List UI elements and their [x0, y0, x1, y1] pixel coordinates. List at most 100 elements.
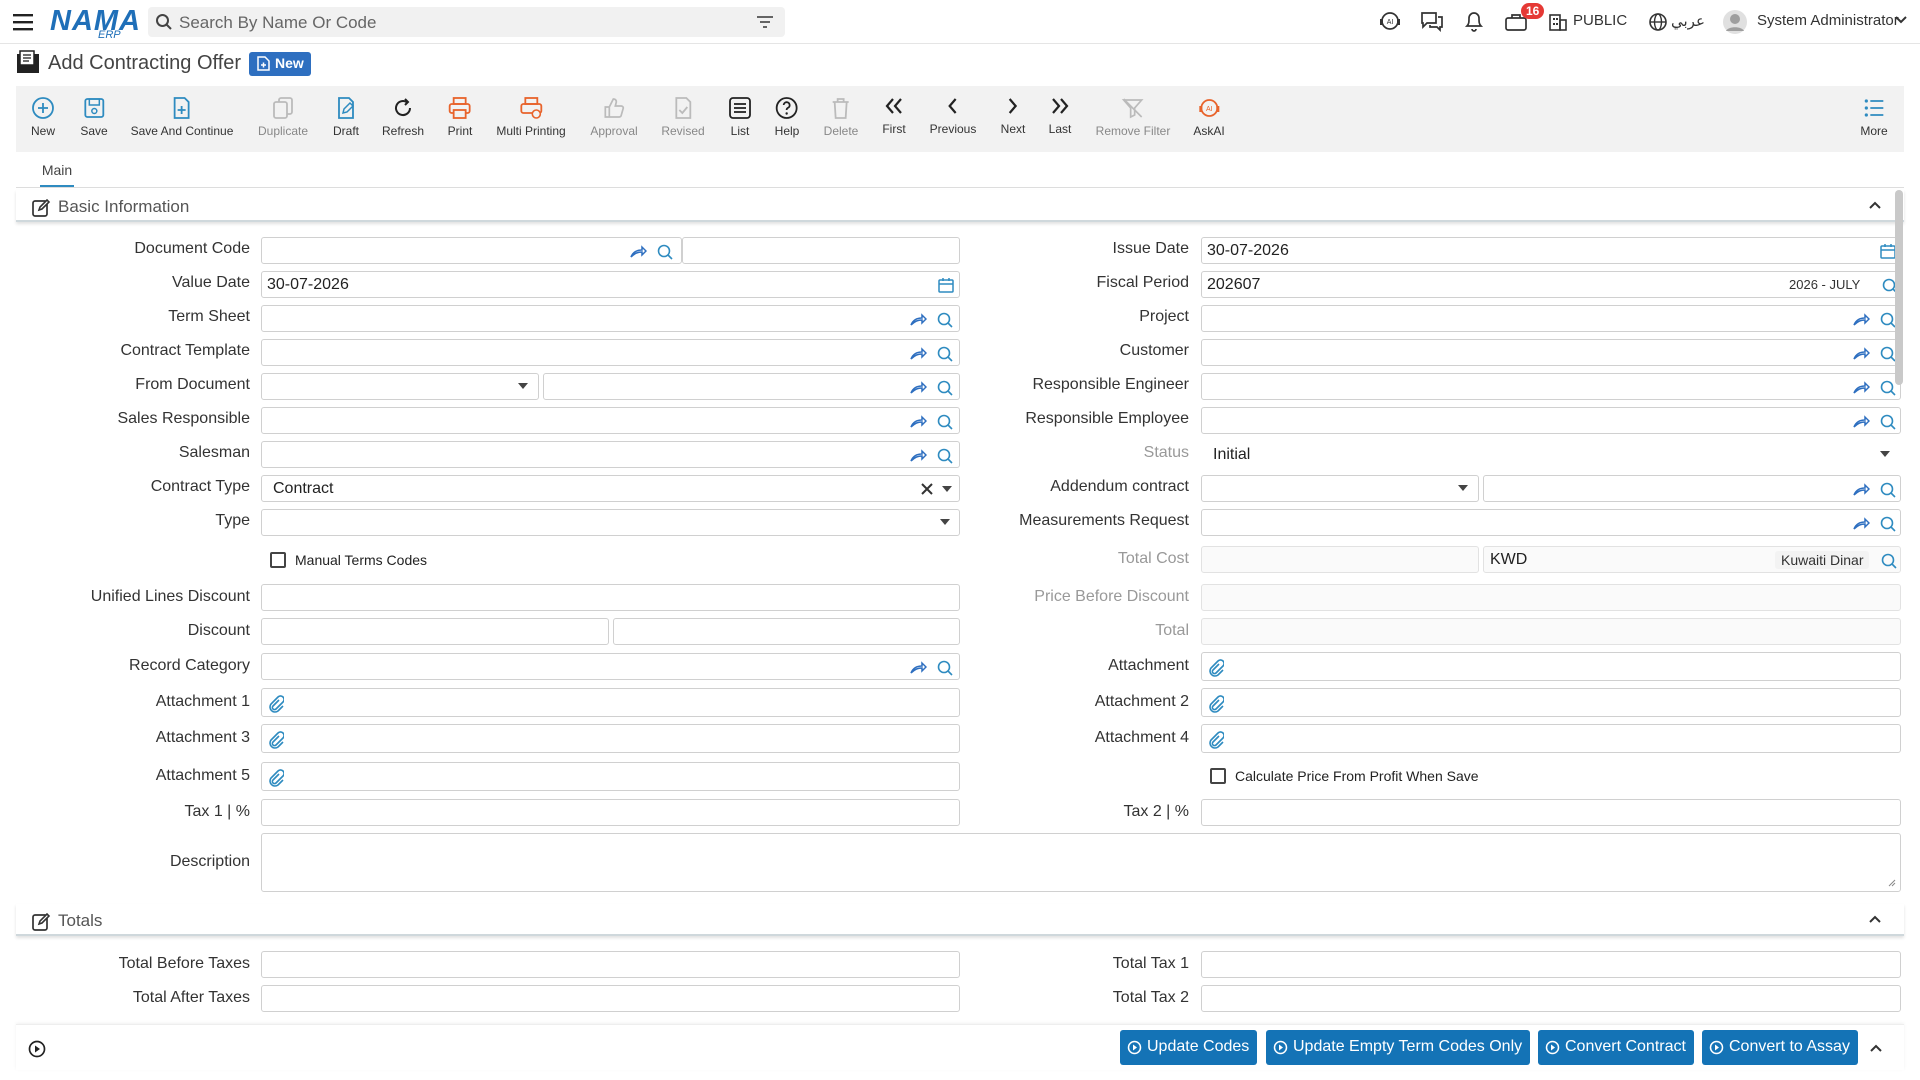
document-code-input[interactable] — [261, 237, 682, 264]
fiscal-period-input[interactable]: 202607 2026 - JULY — [1201, 271, 1901, 298]
remove-filter-button[interactable]: Remove Filter — [1096, 96, 1170, 138]
contract-type-select[interactable]: Contract — [261, 475, 960, 502]
calendar-icon[interactable] — [938, 277, 954, 293]
share-icon[interactable] — [909, 379, 927, 395]
currency-input[interactable]: KWD Kuwaiti Dinar — [1483, 546, 1901, 573]
convert-contract-button[interactable]: Convert Contract — [1538, 1030, 1694, 1065]
chevron-down-icon[interactable] — [1894, 15, 1908, 25]
unified-lines-discount-input[interactable] — [261, 584, 960, 611]
save-and-continue-button[interactable]: Save And Continue — [131, 96, 233, 138]
from-document-type-select[interactable] — [261, 373, 539, 400]
discount-value-input[interactable] — [261, 618, 609, 645]
lookup-search-icon[interactable] — [936, 447, 954, 465]
manual-terms-codes-checkbox[interactable] — [270, 552, 286, 568]
attachment-3-input[interactable] — [261, 724, 960, 753]
attachment-2-input[interactable] — [1201, 688, 1901, 717]
revised-button[interactable]: Revised — [661, 96, 705, 138]
duplicate-button[interactable]: Duplicate — [258, 96, 308, 138]
basic-information-header[interactable]: Basic Information — [16, 190, 1904, 222]
type-select[interactable] — [261, 509, 960, 536]
tax2-input[interactable] — [1201, 799, 1901, 826]
chevron-up-icon[interactable] — [1868, 200, 1882, 210]
first-button[interactable]: First — [882, 94, 906, 136]
description-textarea[interactable] — [261, 833, 1901, 892]
addendum-contract-type-select[interactable] — [1201, 475, 1479, 502]
document-code-name-input[interactable] — [682, 237, 960, 264]
customer-input[interactable] — [1201, 339, 1901, 366]
share-icon[interactable] — [1852, 481, 1870, 497]
last-button[interactable]: Last — [1048, 94, 1072, 136]
save-button[interactable]: Save — [80, 96, 108, 138]
dropdown-arrow-icon[interactable] — [942, 486, 952, 492]
new-button[interactable]: New — [31, 96, 55, 138]
share-icon[interactable] — [1852, 311, 1870, 327]
previous-button[interactable]: Previous — [930, 94, 976, 136]
resize-handle-icon[interactable] — [1888, 879, 1896, 887]
lookup-search-icon[interactable] — [656, 243, 674, 261]
lookup-search-icon[interactable] — [936, 311, 954, 329]
salesman-input[interactable] — [261, 441, 960, 468]
user-name[interactable]: System Administrator — [1757, 12, 1899, 29]
record-category-input[interactable] — [261, 653, 960, 680]
lookup-search-icon[interactable] — [1879, 413, 1897, 431]
bell-icon[interactable] — [1463, 10, 1485, 32]
lookup-search-icon[interactable] — [1880, 552, 1898, 570]
list-button[interactable]: List — [728, 96, 752, 138]
measurements-request-input[interactable] — [1201, 509, 1901, 536]
value-date-input[interactable]: 30-07-2026 — [261, 271, 960, 298]
convert-to-assay-button[interactable]: Convert to Assay — [1702, 1030, 1858, 1065]
responsible-employee-input[interactable] — [1201, 407, 1901, 434]
chevron-up-icon[interactable] — [1869, 1043, 1883, 1053]
globe-icon[interactable] — [1648, 12, 1668, 32]
clear-icon[interactable] — [921, 483, 933, 495]
share-icon[interactable] — [909, 345, 927, 361]
print-button[interactable]: Print — [448, 96, 472, 138]
ai-support-icon[interactable]: AI — [1378, 10, 1402, 32]
update-codes-button[interactable]: Update Codes — [1120, 1030, 1258, 1065]
share-icon[interactable] — [1852, 515, 1870, 531]
lookup-search-icon[interactable] — [936, 413, 954, 431]
attachment-4-input[interactable] — [1201, 724, 1901, 753]
term-sheet-input[interactable] — [261, 305, 960, 332]
branch-label[interactable]: PUBLIC — [1573, 12, 1627, 29]
share-icon[interactable] — [1852, 345, 1870, 361]
issue-date-input[interactable]: 30-07-2026 — [1201, 237, 1901, 264]
project-input[interactable] — [1201, 305, 1901, 332]
share-icon[interactable] — [909, 413, 927, 429]
totals-header[interactable]: Totals — [16, 904, 1904, 936]
from-document-input[interactable] — [543, 373, 960, 400]
status-select[interactable]: Initial — [1201, 441, 1901, 468]
sales-responsible-input[interactable] — [261, 407, 960, 434]
scrollbar[interactable] — [1895, 190, 1903, 385]
tab-main[interactable]: Main — [40, 162, 74, 187]
more-button[interactable]: More — [1860, 96, 1888, 138]
share-icon[interactable] — [909, 659, 927, 675]
avatar[interactable] — [1722, 9, 1748, 35]
askai-button[interactable]: AI AskAI — [1193, 96, 1225, 138]
contract-template-input[interactable] — [261, 339, 960, 366]
multi-printing-button[interactable]: Multi Printing — [496, 96, 566, 138]
paperclip-icon[interactable] — [268, 695, 284, 713]
approval-button[interactable]: Approval — [590, 96, 638, 138]
update-empty-term-codes-button[interactable]: Update Empty Term Codes Only — [1266, 1030, 1531, 1065]
chat-icon[interactable] — [1420, 10, 1444, 32]
attachment-1-input[interactable] — [261, 688, 960, 717]
discount-percent-input[interactable] — [613, 618, 960, 645]
paperclip-icon[interactable] — [268, 769, 284, 787]
dropdown-arrow-icon[interactable] — [1880, 451, 1890, 457]
paperclip-icon[interactable] — [1208, 731, 1224, 749]
paperclip-icon[interactable] — [1208, 659, 1224, 677]
calendar-icon[interactable] — [1880, 243, 1896, 259]
help-button[interactable]: Help — [775, 96, 799, 138]
share-icon[interactable] — [909, 311, 927, 327]
next-button[interactable]: Next — [1001, 94, 1025, 136]
share-icon[interactable] — [1852, 413, 1870, 429]
search-input[interactable]: Search By Name Or Code — [179, 13, 376, 33]
lookup-search-icon[interactable] — [936, 659, 954, 677]
share-icon[interactable] — [909, 447, 927, 463]
logo[interactable]: NAMA ERP — [50, 5, 141, 41]
paperclip-icon[interactable] — [1208, 695, 1224, 713]
menu-icon[interactable] — [13, 12, 35, 32]
draft-button[interactable]: Draft — [333, 96, 359, 138]
share-icon[interactable] — [629, 243, 647, 259]
